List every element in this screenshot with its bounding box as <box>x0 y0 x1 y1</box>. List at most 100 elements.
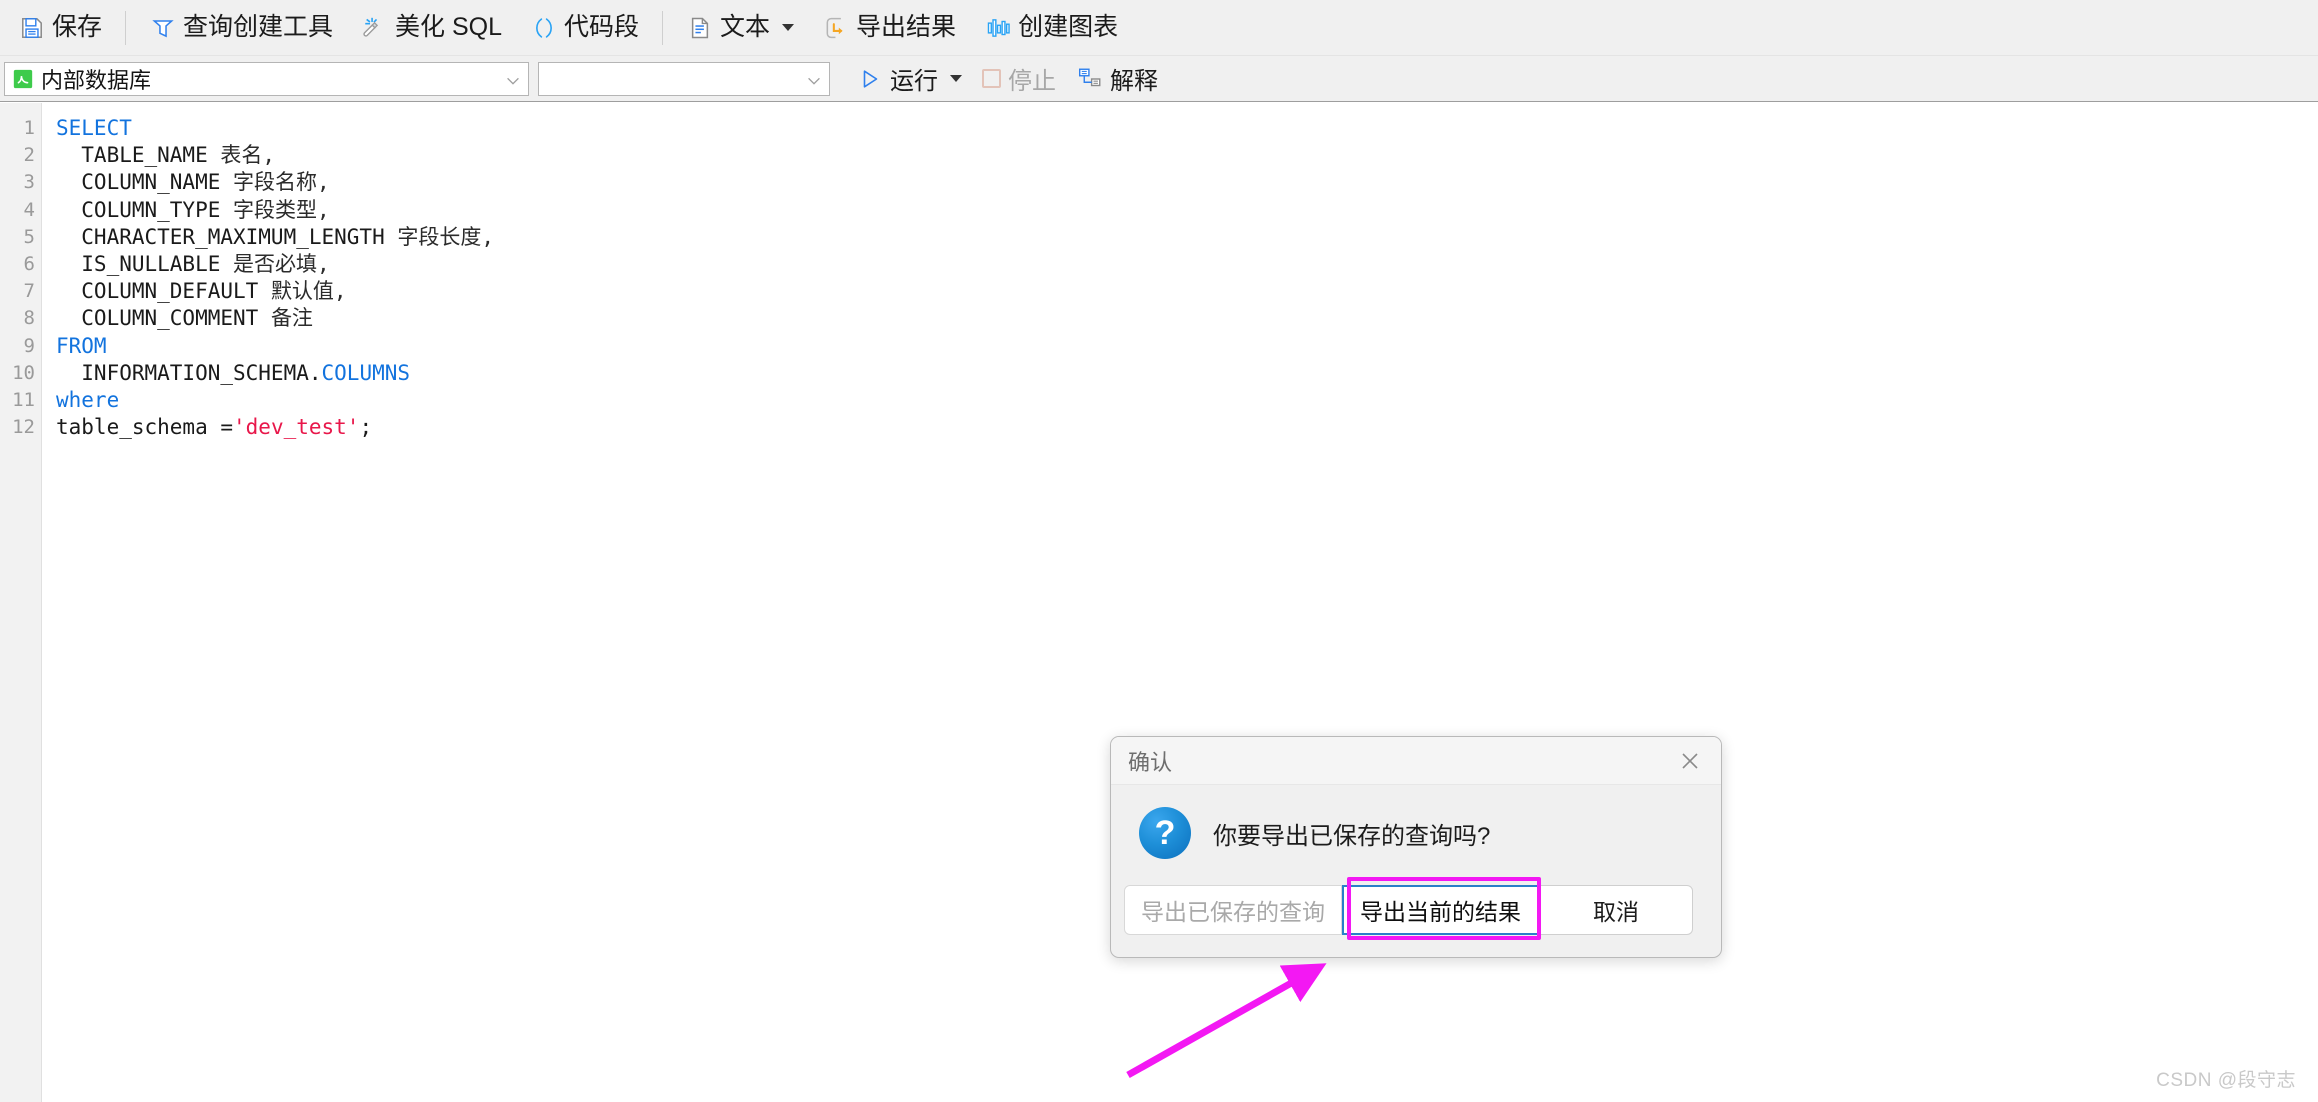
code-token: FROM <box>56 333 107 358</box>
text-button[interactable]: 文本 <box>672 8 808 48</box>
beautify-sql-button[interactable]: 美化 SQL <box>347 8 516 48</box>
create-chart-button[interactable]: 创建图表 <box>970 8 1132 48</box>
document-icon <box>686 14 713 41</box>
app-root: 保存 查询创建工具 美化 SQL 代码段 文本 导出结果 创建图表 内部数据库 … <box>0 0 2318 1102</box>
stop-button-label: 停止 <box>1008 68 1056 95</box>
dialog-button-group: 导出已保存的查询 导出当前的结果 取消 <box>1124 885 1693 935</box>
line-number: 11 <box>12 388 35 411</box>
toolbar-separator-1 <box>125 10 127 45</box>
line-number: 10 <box>12 361 35 384</box>
snippet-button[interactable]: 代码段 <box>516 8 653 48</box>
code-token: CHARACTER_MAXIMUM_LENGTH <box>56 224 398 249</box>
code-token: 备注 <box>270 306 313 331</box>
dialog-body: ? 你要导出已保存的查询吗? <box>1111 785 1721 859</box>
database-select[interactable]: 内部数据库 <box>4 61 529 96</box>
code-token: 字段长度, <box>397 224 495 249</box>
parentheses-icon <box>530 14 557 41</box>
code-line: COLUMN_TYPE 字段类型, <box>56 197 2318 224</box>
line-number-gutter: 1 2 3 4 5 6 7 8 9 10 11 12 <box>0 103 42 1102</box>
query-builder-icon <box>149 14 176 41</box>
line-number: 12 <box>12 416 35 439</box>
code-token: SELECT <box>56 116 132 140</box>
line-number: 3 <box>23 171 35 194</box>
code-token: IS_NULLABLE <box>56 251 234 276</box>
line-number: 9 <box>23 334 35 357</box>
play-icon <box>856 65 883 92</box>
toolbar-group-file: 保存 <box>4 8 116 48</box>
code-line: CHARACTER_MAXIMUM_LENGTH 字段长度, <box>56 224 2318 251</box>
save-button-label: 保存 <box>52 13 103 41</box>
export-current-result-button[interactable]: 导出当前的结果 <box>1342 885 1539 935</box>
code-token: 'dev_test' <box>233 415 360 440</box>
run-button-label: 运行 <box>890 68 938 95</box>
toolbar-group-query: 查询创建工具 美化 SQL 代码段 <box>135 8 653 48</box>
code-line: TABLE_NAME 表名, <box>56 142 2318 169</box>
close-icon[interactable] <box>1675 746 1705 776</box>
line-number: 4 <box>23 198 35 221</box>
bar-chart-icon <box>984 14 1011 41</box>
code-token: COLUMN_DEFAULT <box>56 279 271 304</box>
code-token: 字段类型, <box>233 197 330 222</box>
code-token: COLUMN_COMMENT <box>56 306 271 331</box>
confirm-dialog: 确认 ? 你要导出已保存的查询吗? 导出已保存的查询 导出当前的结果 取消 <box>1110 736 1722 958</box>
code-token: table_schema = <box>56 415 234 440</box>
toolbar-separator-2 <box>662 10 664 45</box>
line-number: 2 <box>23 144 35 167</box>
line-number: 8 <box>23 307 35 330</box>
code-line: FROM <box>56 333 2318 360</box>
save-icon <box>18 14 45 41</box>
code-line: COLUMN_NAME 字段名称, <box>56 169 2318 196</box>
cancel-button[interactable]: 取消 <box>1539 885 1693 935</box>
code-token: where <box>56 387 120 412</box>
export-results-label: 导出结果 <box>856 13 957 41</box>
beautify-sql-label: 美化 SQL <box>395 13 503 41</box>
execution-controls: 运行 停止 解释 <box>846 61 1168 97</box>
save-button[interactable]: 保存 <box>4 8 116 48</box>
dialog-message: 你要导出已保存的查询吗? <box>1213 822 1491 850</box>
magic-wand-icon <box>361 14 388 41</box>
database-select-value: 内部数据库 <box>41 67 152 93</box>
code-token: COLUMN_TYPE <box>56 197 234 222</box>
code-line: COLUMN_DEFAULT 默认值, <box>56 278 2318 305</box>
snippet-label: 代码段 <box>564 13 640 41</box>
create-chart-label: 创建图表 <box>1018 13 1119 41</box>
line-number: 5 <box>23 225 35 248</box>
code-line: where <box>56 387 2318 414</box>
code-token: 表名, <box>220 143 276 168</box>
export-results-button[interactable]: 导出结果 <box>808 8 970 48</box>
dialog-title-bar: 确认 <box>1111 737 1721 785</box>
code-token: 字段名称, <box>233 170 330 195</box>
line-number: 1 <box>23 117 35 139</box>
code-token: TABLE_NAME <box>56 143 221 168</box>
schema-select[interactable] <box>538 61 830 96</box>
stop-button: 停止 <box>972 61 1066 97</box>
chevron-down-icon[interactable] <box>805 70 823 88</box>
explain-plan-icon <box>1076 65 1103 92</box>
chevron-down-icon[interactable] <box>782 24 795 31</box>
line-number: 6 <box>23 252 35 275</box>
dialog-actions: 导出已保存的查询 导出当前的结果 取消 <box>1124 885 1693 935</box>
code-token: 默认值, <box>270 279 347 304</box>
stop-square-icon <box>982 69 1001 88</box>
dialog-title: 确认 <box>1128 749 1173 775</box>
code-token: ; <box>359 415 373 440</box>
connection-toolbar: 内部数据库 运行 停止 解释 <box>0 56 2318 102</box>
code-token: COLUMN_NAME <box>56 170 234 195</box>
code-line: IS_NULLABLE 是否必填, <box>56 251 2318 278</box>
explain-button[interactable]: 解释 <box>1066 61 1168 97</box>
run-button[interactable]: 运行 <box>846 61 972 97</box>
export-saved-query-button: 导出已保存的查询 <box>1124 885 1342 935</box>
line-number: 7 <box>23 280 35 303</box>
code-token: 是否必填, <box>233 251 330 276</box>
chevron-down-icon[interactable] <box>950 75 962 82</box>
toolbar-group-output: 文本 导出结果 创建图表 <box>672 8 1132 48</box>
code-line: COLUMN_COMMENT 备注 <box>56 305 2318 332</box>
code-line: INFORMATION_SCHEMA.COLUMNS <box>56 360 2318 387</box>
question-mark-icon: ? <box>1139 807 1191 859</box>
text-button-label: 文本 <box>720 13 771 41</box>
query-builder-button[interactable]: 查询创建工具 <box>135 8 347 48</box>
code-line: table_schema ='dev_test'; <box>56 414 2318 441</box>
code-token: COLUMNS <box>321 360 411 385</box>
chevron-down-icon[interactable] <box>504 70 522 88</box>
code-line: SELECT <box>56 115 2318 142</box>
